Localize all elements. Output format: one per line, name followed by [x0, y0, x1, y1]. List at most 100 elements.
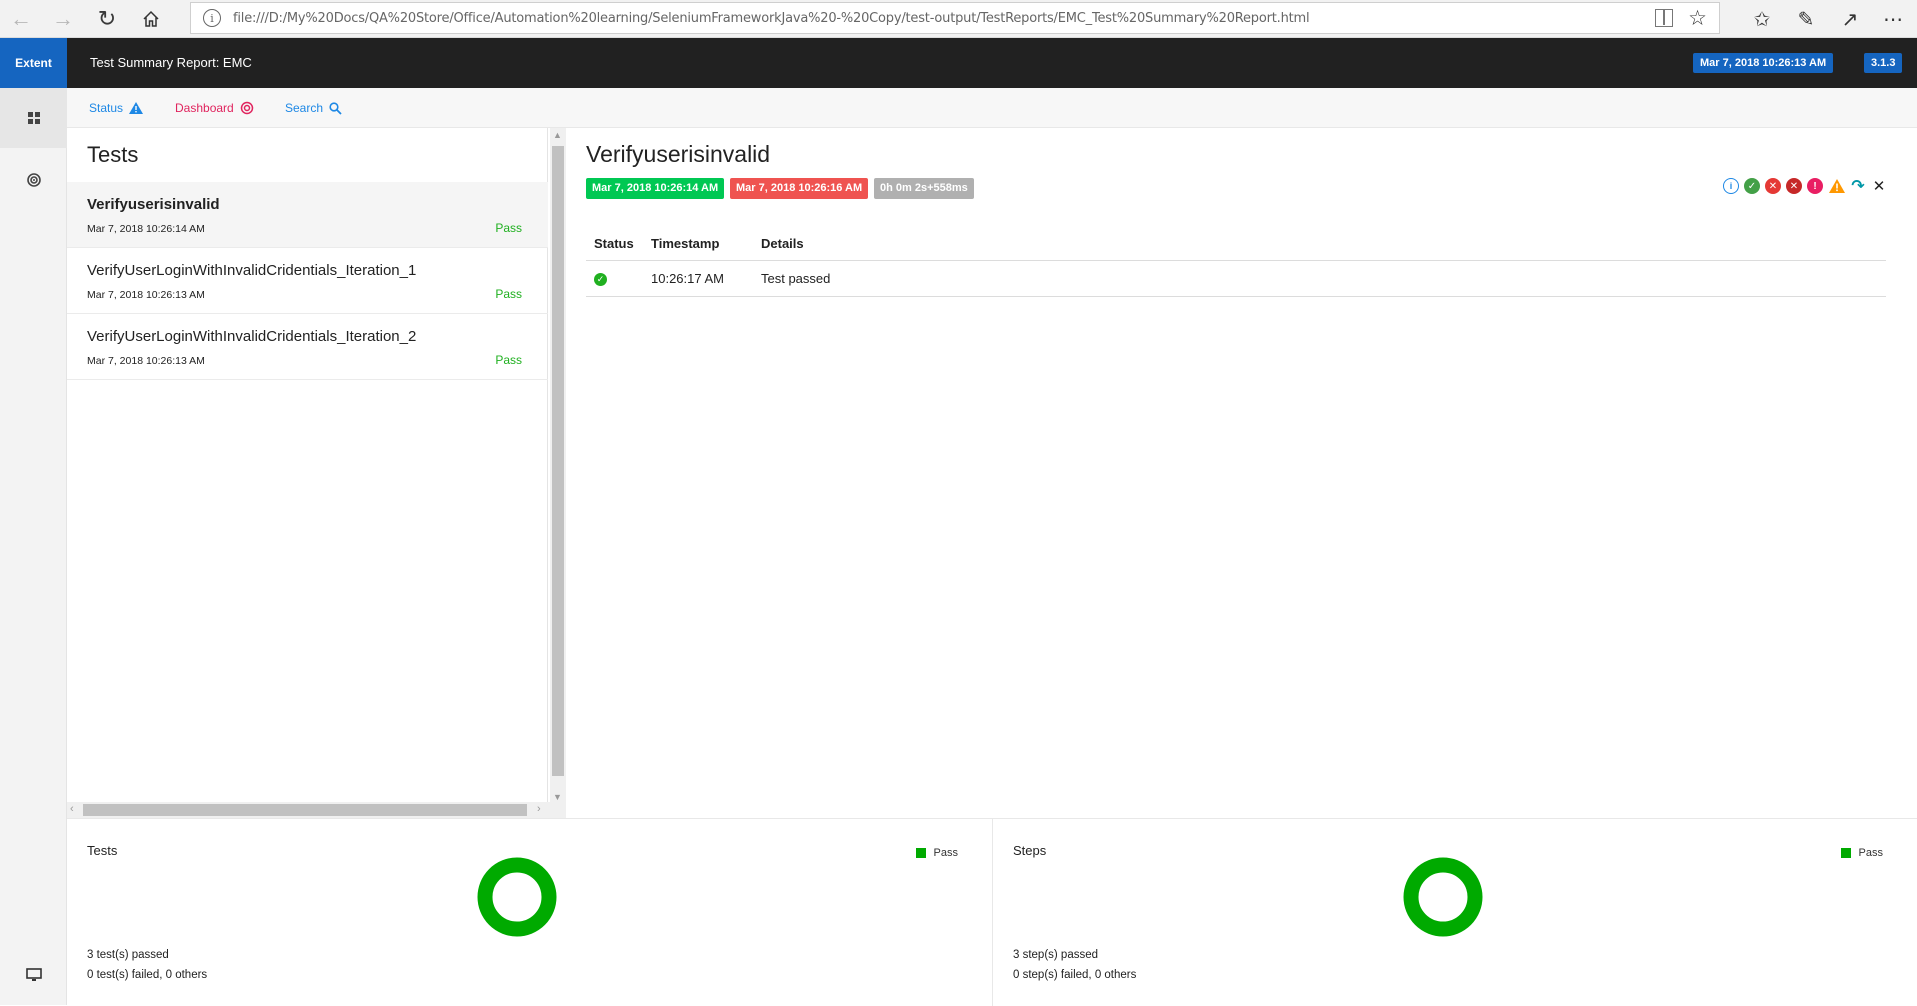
rail-dashboard-view[interactable] — [0, 150, 67, 210]
back-icon[interactable]: ← — [4, 2, 38, 36]
refresh-icon[interactable]: ↻ — [90, 2, 124, 36]
steps-donut-chart[interactable] — [1403, 857, 1483, 937]
test-list-title: Tests — [87, 142, 139, 167]
left-rail — [0, 88, 67, 1005]
table-row: ✓ 10:26:17 AM Test passed — [586, 260, 1886, 297]
search-link[interactable]: Search — [285, 88, 342, 128]
favorites-list-icon[interactable]: ✩ — [1745, 2, 1779, 36]
test-detail-title: Verifyuserisinvalid — [586, 141, 771, 167]
tests-chart-title: Tests — [87, 843, 118, 858]
tests-chart-card: Tests Pass 3 test(s) passed 0 test(s) fa… — [67, 819, 992, 1006]
browser-toolbar: ← → ↻ i file:///D:/My%20Docs/QA%20Store/… — [0, 0, 1917, 38]
report-header: Extent Test Summary Report: EMC Mar 7, 2… — [0, 38, 1917, 88]
tests-failed-summary: 0 test(s) failed, 0 others — [87, 969, 208, 981]
reading-view-icon[interactable] — [1655, 9, 1673, 27]
warning-triangle-icon — [129, 102, 144, 114]
log-status-filters: i ✓ ✕ ✕ ! ↷ ✕ — [1723, 178, 1887, 195]
error-icon[interactable]: ! — [1807, 178, 1823, 194]
version-badge: 3.1.3 — [1864, 53, 1903, 73]
status-label: Status — [89, 101, 124, 115]
warning-icon[interactable] — [1828, 178, 1845, 194]
pen-icon[interactable]: ✎ — [1789, 2, 1823, 36]
scroll-up-icon[interactable]: ▲ — [553, 130, 562, 140]
tests-passed-summary: 3 test(s) passed — [87, 949, 169, 961]
dashboard-label: Dashboard — [175, 101, 234, 115]
test-time: Mar 7, 2018 10:26:13 AM — [87, 289, 205, 301]
pass-icon[interactable]: ✓ — [1744, 178, 1760, 194]
fail-icon[interactable]: ✕ — [1765, 178, 1781, 194]
column-header-details: Details — [753, 228, 1886, 261]
test-time: Mar 7, 2018 10:26:13 AM — [87, 355, 205, 367]
report-title: Test Summary Report: EMC — [90, 55, 252, 70]
legend-swatch — [1840, 848, 1851, 858]
url-text[interactable]: file:///D:/My%20Docs/QA%20Store/Office/A… — [233, 11, 1310, 26]
home-icon[interactable] — [134, 2, 168, 36]
table-header-row: Status Timestamp Details — [586, 228, 1886, 261]
pass-slice[interactable] — [477, 857, 557, 937]
status-filter-link[interactable]: Status — [89, 88, 144, 128]
test-time: Mar 7, 2018 10:26:14 AM — [87, 223, 205, 235]
step-details: Test passed — [753, 260, 1886, 297]
steps-passed-summary: 3 step(s) passed — [1013, 949, 1099, 961]
legend-label: Pass — [1858, 847, 1883, 859]
report-timestamp-badge: Mar 7, 2018 10:26:13 AM — [1693, 53, 1834, 73]
rail-environment-view[interactable] — [0, 945, 67, 1005]
brand-logo[interactable]: Extent — [0, 38, 67, 88]
test-list-vertical-scrollbar[interactable]: ▲ ▼ — [550, 128, 566, 818]
favorite-star-icon[interactable]: ☆ — [1688, 6, 1707, 31]
info-icon[interactable]: i — [1723, 178, 1739, 194]
steps-failed-summary: 0 step(s) failed, 0 others — [1013, 969, 1137, 981]
test-name: Verifyuserisinvalid — [87, 196, 220, 213]
steps-chart-legend[interactable]: Pass — [1840, 847, 1883, 859]
tests-chart-legend[interactable]: Pass — [915, 847, 958, 859]
pass-slice[interactable] — [1403, 857, 1483, 937]
steps-chart-card: Steps Pass 3 step(s) passed 0 step(s) fa… — [992, 819, 1917, 1006]
search-label: Search — [285, 101, 324, 115]
legend-label: Pass — [933, 847, 958, 859]
search-icon — [329, 101, 342, 115]
info-icon[interactable]: i — [203, 9, 221, 27]
scroll-right-icon[interactable]: › — [537, 803, 541, 815]
test-status: Pass — [495, 221, 522, 235]
forward-icon[interactable]: → — [46, 2, 80, 36]
clear-filter-icon[interactable]: ✕ — [1871, 178, 1887, 195]
share-icon[interactable]: ↗ — [1833, 2, 1867, 36]
steps-chart-title: Steps — [1013, 843, 1047, 858]
more-icon[interactable]: ⋯ — [1876, 2, 1910, 36]
skip-icon[interactable]: ↷ — [1850, 178, 1866, 195]
test-list-item[interactable]: VerifyUserLoginWithInvalidCridentials_It… — [67, 314, 548, 380]
dashboard-icon — [240, 101, 253, 115]
dashboard-icon — [26, 173, 41, 187]
test-name: VerifyUserLoginWithInvalidCridentials_It… — [87, 328, 417, 345]
column-header-status: Status — [586, 228, 643, 261]
rail-test-view[interactable] — [0, 88, 67, 148]
address-bar[interactable]: i file:///D:/My%20Docs/QA%20Store/Office… — [190, 2, 1720, 34]
test-list-item[interactable]: VerifyUserLoginWithInvalidCridentials_It… — [67, 248, 548, 314]
duration-badge: 0h 0m 2s+558ms — [874, 178, 974, 199]
legend-swatch — [915, 848, 926, 858]
start-time-badge: Mar 7, 2018 10:26:14 AM — [586, 178, 725, 199]
column-header-timestamp: Timestamp — [643, 228, 753, 261]
scrollbar-thumb[interactable] — [83, 804, 527, 816]
monitor-icon — [25, 968, 42, 981]
test-steps-table: Status Timestamp Details ✓ 10:26:17 AM T… — [586, 228, 1886, 297]
grid-icon — [27, 112, 40, 124]
tests-donut-chart[interactable] — [477, 857, 557, 937]
test-status: Pass — [495, 353, 522, 367]
test-list-horizontal-scrollbar[interactable]: ‹ › — [67, 802, 550, 818]
fatal-icon[interactable]: ✕ — [1786, 178, 1802, 194]
test-status: Pass — [495, 287, 522, 301]
scrollbar-thumb[interactable] — [552, 146, 564, 776]
end-time-badge: Mar 7, 2018 10:26:16 AM — [730, 178, 869, 199]
summary-charts: Tests Pass 3 test(s) passed 0 test(s) fa… — [67, 818, 1917, 1006]
scroll-down-icon[interactable]: ▼ — [553, 792, 562, 802]
test-detail-panel: Verifyuserisinvalid Mar 7, 2018 10:26:14… — [566, 128, 1917, 818]
sub-navigation: Status Dashboard Search — [67, 88, 1917, 128]
step-timestamp: 10:26:17 AM — [643, 260, 753, 297]
dashboard-link[interactable]: Dashboard — [175, 88, 254, 128]
test-list-item[interactable]: Verifyuserisinvalid Mar 7, 2018 10:26:14… — [67, 182, 548, 248]
scroll-left-icon[interactable]: ‹ — [70, 803, 74, 815]
pass-check-icon: ✓ — [594, 273, 607, 286]
step-status-cell: ✓ — [586, 260, 643, 297]
test-name: VerifyUserLoginWithInvalidCridentials_It… — [87, 262, 417, 279]
